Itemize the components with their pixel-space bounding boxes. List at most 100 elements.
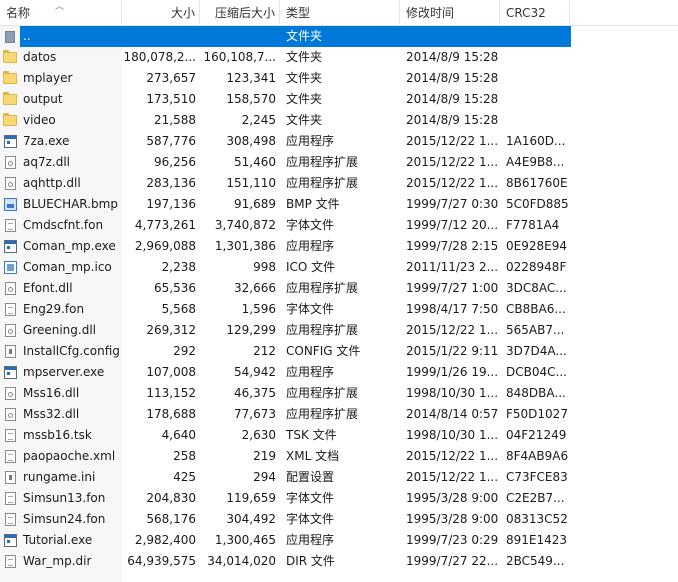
file-row-icon-cell [0, 89, 20, 110]
dll-icon [4, 177, 16, 190]
file-row[interactable]: Mss16.dll 113,152 46,375 应用程序扩展 1998/10/30 1… [0, 383, 678, 404]
file-row[interactable]: 7za.exe 587,776 308,498 应用程序 2015/12/22 1...… [0, 131, 678, 152]
file-row[interactable]: paopaoche.xml 258 219 XML 文档 2015/12/22 1...… [0, 446, 678, 467]
file-row-icon-cell [0, 215, 20, 236]
file-row-icon-cell [0, 299, 20, 320]
file-row-icon-cell [0, 551, 20, 572]
file-row[interactable]: aqhttp.dll 283,136 151,110 应用程序扩展 2015/12/22… [0, 173, 678, 194]
file-compressed-size: 304,492 [226, 512, 276, 526]
folder-icon [3, 50, 17, 63]
file-row[interactable]: .. 文件夹 [0, 26, 678, 47]
file-modified: 2014/8/9 15:28 [406, 92, 499, 106]
file-row[interactable]: video 21,588 2,245 文件夹 2014/8/9 15:28 [0, 110, 678, 131]
file-modified: 2011/11/23 2... [406, 260, 499, 274]
file-compressed-size: 2,245 [241, 113, 276, 127]
file-row-icon-cell [0, 383, 20, 404]
file-row[interactable]: Simsun13.fon 204,830 119,659 字体文件 1995/3/28 … [0, 488, 678, 509]
file-crc32: C73FCE83 [506, 470, 568, 484]
file-size: 113,152 [146, 386, 196, 400]
file-name: rungame.ini [23, 470, 96, 484]
file-crc32: F7781A4 [506, 218, 560, 232]
file-size: 64,939,575 [127, 554, 196, 568]
exe-icon [3, 240, 17, 253]
file-modified: 1999/7/12 20... [406, 218, 499, 232]
file-type: 字体文件 [286, 512, 335, 526]
file-name: Cmdscfnt.fon [23, 218, 104, 232]
column-header-size[interactable]: 大小 [122, 0, 200, 25]
file-name: InstallCfg.config [23, 344, 120, 358]
column-header-crc32[interactable]: CRC32 [500, 0, 570, 25]
file-row[interactable]: aq7z.dll 96,256 51,460 应用程序扩展 2015/12/22 1..… [0, 152, 678, 173]
file-name: .. [23, 29, 31, 43]
file-size: 587,776 [146, 134, 196, 148]
file-name: datos [23, 50, 57, 64]
file-name: mpserver.exe [23, 365, 105, 379]
file-row[interactable]: Greening.dll 269,312 129,299 应用程序扩展 2015/12/… [0, 320, 678, 341]
column-header-name[interactable]: ︿ 名称 [0, 0, 122, 25]
file-type: 文件夹 [286, 29, 323, 43]
file-row[interactable]: mssb16.tsk 4,640 2,630 TSK 文件 1998/10/30 1..… [0, 425, 678, 446]
file-modified: 1999/1/26 19... [406, 365, 499, 379]
file-row[interactable]: Efont.dll 65,536 32,666 应用程序扩展 1999/7/27 1:0… [0, 278, 678, 299]
file-name: output [23, 92, 63, 106]
file-row[interactable]: rungame.ini 425 294 配置设置 2015/12/22 1... C73F… [0, 467, 678, 488]
file-name: 7za.exe [23, 134, 70, 148]
file-crc32: 565AB7... [506, 323, 565, 337]
file-compressed-size: 294 [253, 470, 276, 484]
column-header-compressed-size[interactable]: 压缩后大小 [200, 0, 280, 25]
ico-file-icon [3, 261, 17, 274]
file-row[interactable]: Coman_mp.exe 2,969,088 1,301,386 应用程序 1999/7… [0, 236, 678, 257]
file-size: 2,969,088 [134, 239, 196, 253]
file-name: Greening.dll [23, 323, 96, 337]
file-row[interactable]: War_mp.dir 64,939,575 34,014,020 DIR 文件 1999… [0, 551, 678, 572]
file-modified: 1999/7/27 22... [406, 554, 499, 568]
file-compressed-size: 34,014,020 [207, 554, 276, 568]
file-compressed-size: 3,740,872 [214, 218, 276, 232]
file-crc32: 2BC549... [506, 554, 565, 568]
file-compressed-size: 1,301,386 [214, 239, 276, 253]
file-row-icon-cell [0, 404, 20, 425]
file-crc32: C2E2B7... [506, 491, 565, 505]
file-modified: 2014/8/14 0:57 [406, 407, 499, 421]
file-name: Mss16.dll [23, 386, 80, 400]
file-row[interactable]: Eng29.fon 5,568 1,596 字体文件 1998/4/17 7:50 CB8… [0, 299, 678, 320]
file-row[interactable]: Cmdscfnt.fon 4,773,261 3,740,872 字体文件 1999/7… [0, 215, 678, 236]
file-crc32: 848DBA... [506, 386, 566, 400]
file-row[interactable]: BLUECHAR.bmp 197,136 91,689 BMP 文件 1999/7/27… [0, 194, 678, 215]
file-row-icon-cell [0, 488, 20, 509]
file-size: 197,136 [146, 197, 196, 211]
file-type: 应用程序 [286, 239, 335, 253]
file-type: XML 文档 [286, 449, 340, 463]
file-row[interactable]: datos 180,078,2... 160,108,7... 文件夹 2014/8/9… [0, 47, 678, 68]
file-row[interactable]: Tutorial.exe 2,982,400 1,300,465 应用程序 1999/7… [0, 530, 678, 551]
file-row[interactable]: InstallCfg.config 292 212 CONFIG 文件 2015/1/2… [0, 341, 678, 362]
file-modified: 2014/8/9 15:28 [406, 113, 499, 127]
file-name: Efont.dll [23, 281, 73, 295]
file-name: paopaoche.xml [23, 449, 116, 463]
file-row[interactable]: mplayer 273,657 123,341 文件夹 2014/8/9 15:28 [0, 68, 678, 89]
dll-icon [4, 324, 16, 337]
file-modified: 2015/1/22 9:11 [406, 344, 499, 358]
file-modified: 1995/3/28 9:00 [406, 512, 499, 526]
file-type: 字体文件 [286, 218, 335, 232]
column-header-type[interactable]: 类型 [280, 0, 400, 25]
file-name: Tutorial.exe [23, 533, 93, 547]
file-modified: 2015/12/22 1... [406, 176, 499, 190]
file-row[interactable]: Simsun24.fon 568,176 304,492 字体文件 1995/3/28 … [0, 509, 678, 530]
file-compressed-size: 158,570 [226, 92, 276, 106]
file-row[interactable]: mpserver.exe 107,008 54,942 应用程序 1999/1/26 1… [0, 362, 678, 383]
file-type: 应用程序 [286, 533, 335, 547]
file-row-icon-cell [0, 425, 20, 446]
file-row-icon-cell [0, 194, 20, 215]
file-row-icon-cell [0, 173, 20, 194]
file-type: 应用程序扩展 [286, 323, 359, 337]
file-modified: 1998/4/17 7:50 [406, 302, 499, 316]
column-header-modified[interactable]: 修改时间 [400, 0, 500, 25]
file-row[interactable]: output 173,510 158,570 文件夹 2014/8/9 15:28 [0, 89, 678, 110]
file-row[interactable]: Mss32.dll 178,688 77,673 应用程序扩展 2014/8/14 0:… [0, 404, 678, 425]
file-row[interactable]: Coman_mp.ico 2,238 998 ICO 文件 2011/11/23 2..… [0, 257, 678, 278]
folder-icon [3, 71, 17, 84]
file-type: DIR 文件 [286, 554, 335, 568]
file-type: 应用程序扩展 [286, 176, 359, 190]
file-crc32: F50D1027 [506, 407, 568, 421]
